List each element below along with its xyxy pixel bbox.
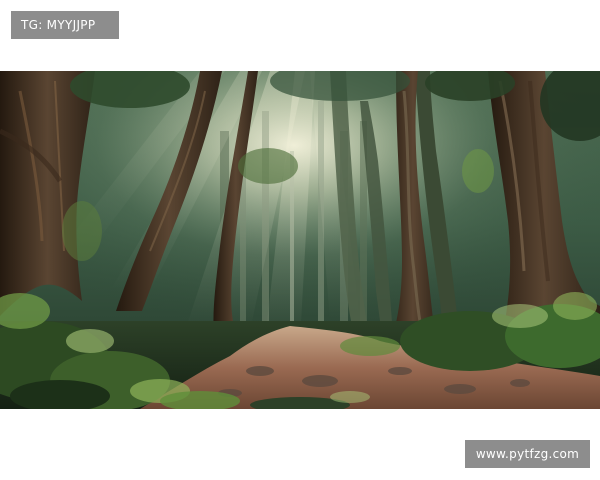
forest-photo [0, 71, 600, 409]
forest-illustration [0, 71, 600, 409]
watermark-bottom-right: www.pytfzg.com [465, 440, 590, 468]
watermark-top-left: TG: MYYJJPP [11, 11, 119, 39]
